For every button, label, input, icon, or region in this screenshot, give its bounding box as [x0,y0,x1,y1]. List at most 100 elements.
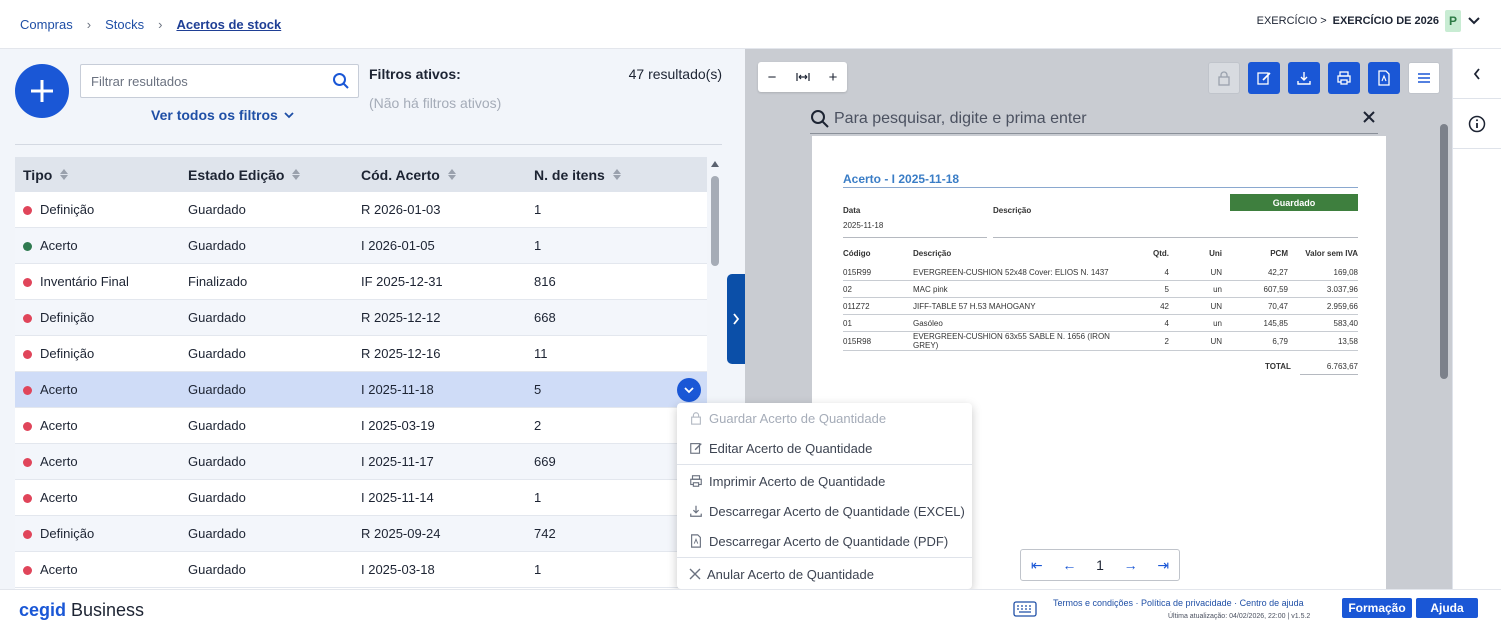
table-row[interactable]: Inventário Final Finalizado IF 2025-12-31 8… [15,264,707,300]
column-header-estado[interactable]: Estado Edição [188,167,361,183]
menu-button[interactable] [1408,62,1440,94]
info-button[interactable] [1453,99,1501,149]
table-row[interactable]: Acerto Guardado I 2025-03-18 1 [15,552,707,588]
menu-item-download-excel[interactable]: Descarregar Acerto de Quantidade (EXCEL) [677,496,972,526]
column-header-itens[interactable]: N. de itens [534,167,707,183]
legal-links[interactable]: Termos e condições · Política de privaci… [1053,598,1304,608]
collapse-panel-button[interactable] [727,274,745,364]
cell-text: Acerto [40,490,78,505]
sort-icon [612,169,621,180]
table-row[interactable]: Acerto Guardado I 2025-03-19 2 [15,408,707,444]
cell-tipo: Definição [15,526,188,541]
breadcrumb-compras[interactable]: Compras [20,17,73,32]
data-label: Data [843,206,861,215]
menu-item-print[interactable]: Imprimir Acerto de Quantidade [677,466,972,496]
viewer-scrollbar[interactable] [1438,104,1450,589]
formacao-button[interactable]: Formação [1342,598,1412,618]
cell-text: Acerto [40,454,78,469]
info-icon [1468,115,1486,132]
divider [843,187,1358,188]
last-page-icon[interactable]: ⇥ [1157,557,1169,574]
table-row[interactable]: Acerto Guardado I 2025-11-14 1 [15,480,707,516]
column-label: Qtd. [1153,248,1169,258]
table-row[interactable]: Acerto Guardado I 2026-01-05 1 [15,228,707,264]
next-page-icon[interactable]: → [1124,557,1138,573]
menu-item-save[interactable]: Guardar Acerto de Quantidade [677,403,972,433]
cell-estado: Guardado [188,202,246,217]
cell-tipo: Definição [15,346,188,361]
status-dot [23,422,32,431]
row-actions-button[interactable] [677,378,701,402]
sort-icon [292,169,301,180]
document-table-header: Código Descrição Qtd. Uni PCM Valor sem … [843,242,1358,264]
line-qtd: 2 [1164,336,1169,346]
pdf-button[interactable] [1368,62,1400,94]
chevron-down-icon [284,111,294,118]
close-icon[interactable] [1362,108,1376,129]
cell-estado: Guardado [188,454,246,469]
cell-tipo: Definição [15,202,188,217]
zoom-in-icon[interactable]: + [829,69,838,86]
cell-codigo: R 2025-12-12 [361,310,441,325]
column-header-tipo[interactable]: Tipo [15,167,188,183]
all-filters-label: Ver todos os filtros [151,107,278,123]
zoom-out-icon[interactable]: − [768,69,777,86]
cell-tipo: Acerto [15,490,188,505]
ajuda-button[interactable]: Ajuda [1416,598,1478,618]
status-dot [23,458,32,467]
download-button[interactable] [1288,62,1320,94]
table-row[interactable]: Definição Guardado R 2026-01-03 1 [15,192,707,228]
collapse-rail-button[interactable] [1453,49,1501,99]
cell-estado: Guardado [188,526,246,541]
column-label: Estado Edição [188,166,285,183]
line-descricao: JIFF-TABLE 57 H.53 MAHOGANY [913,301,1036,311]
scroll-up-icon[interactable] [711,161,719,167]
exercise-selector[interactable]: EXERCÍCIO > EXERCÍCIO DE 2026 P [1257,10,1481,32]
table-row[interactable]: Acerto Guardado I 2025-11-17 669 [15,444,707,480]
table-row[interactable]: Definição Guardado R 2025-12-12 668 [15,300,707,336]
line-codigo: 02 [843,284,852,294]
search-icon[interactable] [332,72,350,93]
menu-item-download-pdf[interactable]: Descarregar Acerto de Quantidade (PDF) [677,526,972,556]
cell-estado: Guardado [188,490,246,505]
chevron-down-icon[interactable] [1467,13,1481,29]
line-valor: 3.037,96 [1326,284,1358,294]
table-row[interactable]: Definição Guardado R 2025-09-24 742 [15,516,707,552]
line-qtd: 4 [1164,318,1169,328]
breadcrumb-stocks[interactable]: Stocks [105,17,144,32]
divider [843,237,987,238]
cell-estado: Guardado [188,310,246,325]
cell-tipo: Definição [15,310,188,325]
all-filters-link[interactable]: Ver todos os filtros [151,107,294,123]
top-bar: Compras › Stocks › Acertos de stock EXER… [0,0,1501,49]
column-header-codigo[interactable]: Cód. Acerto [361,167,534,183]
scrollbar-thumb[interactable] [1440,124,1448,379]
avatar[interactable]: P [1445,10,1461,32]
cell-codigo: R 2025-12-16 [361,346,441,361]
cell-codigo: I 2025-03-18 [361,562,435,577]
cell-codigo: I 2026-01-05 [361,238,435,253]
menu-item-label: Editar Acerto de Quantidade [709,440,873,456]
cell-itens: 1 [534,202,542,217]
breadcrumb-current[interactable]: Acertos de stock [176,17,281,32]
fit-width-icon[interactable] [795,69,810,86]
menu-item-cancel[interactable]: Anular Acerto de Quantidade [677,559,972,589]
edit-button[interactable] [1248,62,1280,94]
prev-page-icon[interactable]: ← [1062,557,1076,573]
first-page-icon[interactable]: ⇤ [1031,557,1043,574]
table-row[interactable]: Definição Guardado R 2025-12-16 11 [15,336,707,372]
document-search-input[interactable] [834,109,1334,128]
filter-search-input[interactable] [91,73,321,89]
download-icon [690,505,702,517]
table-row[interactable]: Acerto Guardado I 2025-11-18 5 [15,372,707,408]
add-button[interactable] [15,64,69,118]
keyboard-icon[interactable] [1013,601,1037,620]
menu-item-edit[interactable]: Editar Acerto de Quantidade [677,433,972,463]
list-panel: Ver todos os filtros Filtros ativos: (Nã… [0,49,745,589]
scrollbar-thumb[interactable] [711,176,719,266]
print-button[interactable] [1328,62,1360,94]
lock-button[interactable] [1208,62,1240,94]
cell-text: Definição [40,202,95,217]
cell-tipo: Acerto [15,238,188,253]
cell-codigo: I 2025-11-18 [361,382,434,397]
